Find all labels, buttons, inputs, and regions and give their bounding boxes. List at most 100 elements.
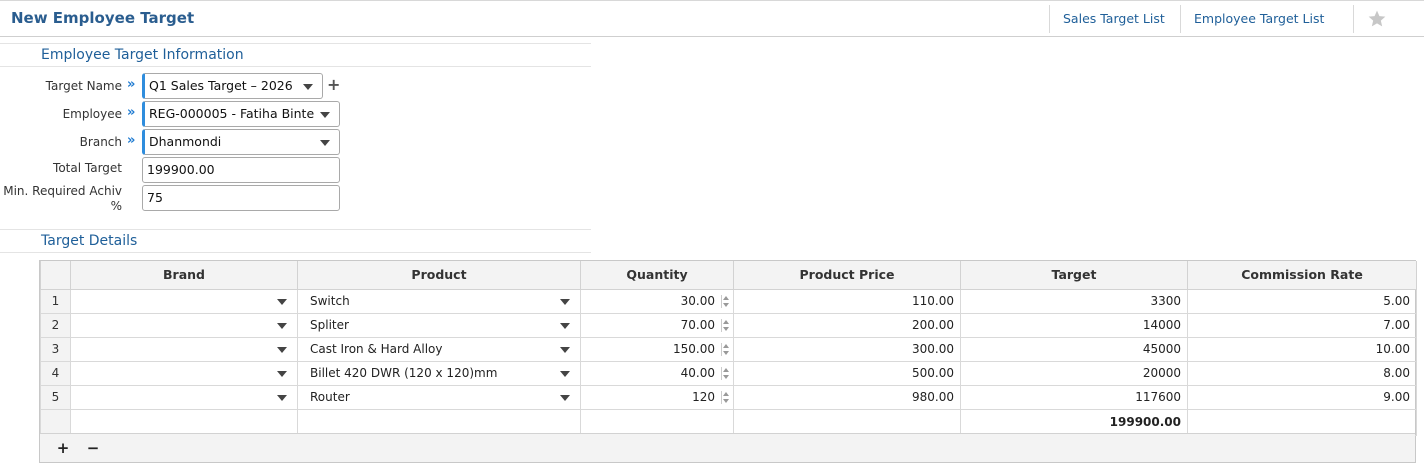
chevron-down-icon <box>320 140 330 146</box>
product-cell[interactable]: Switch <box>297 288 581 314</box>
quantity-value: 120 <box>692 390 715 404</box>
commission-cell[interactable]: 8.00 <box>1187 360 1417 386</box>
price-cell[interactable]: 200.00 <box>733 312 961 338</box>
commission-cell[interactable]: 10.00 <box>1187 336 1417 362</box>
quantity-value: 150.00 <box>673 342 715 356</box>
target-name-row: Target Name » Q1 Sales Target – 2026 + <box>0 73 600 99</box>
summary-brand-cell <box>70 408 298 436</box>
commission-cell[interactable]: 5.00 <box>1187 288 1417 314</box>
price-cell[interactable]: 500.00 <box>733 360 961 386</box>
summary-row-number <box>40 408 71 436</box>
quantity-cell[interactable]: 30.00 <box>580 288 734 314</box>
min-required-row: Min. Required Achiv % 75 <box>0 184 600 213</box>
price-cell[interactable]: 980.00 <box>733 384 961 410</box>
total-target-row: Total Target 199900.00 <box>0 157 600 183</box>
price-cell[interactable]: 300.00 <box>733 336 961 362</box>
row-number-header <box>40 261 71 290</box>
product-column-header[interactable]: Product <box>297 261 581 290</box>
chevron-down-icon <box>560 298 570 305</box>
table-row[interactable]: 1 Switch 30.00 110.00 3300 5.00 <box>40 288 1417 314</box>
spinner-icon[interactable] <box>721 342 729 356</box>
product-price-column-header[interactable]: Product Price <box>733 261 961 290</box>
spinner-icon[interactable] <box>721 366 729 380</box>
remove-row-button[interactable]: − <box>86 440 100 456</box>
branch-label: Branch <box>79 135 122 149</box>
summary-product-cell <box>297 408 581 436</box>
quantity-value: 40.00 <box>680 366 715 380</box>
brand-cell[interactable] <box>70 336 298 362</box>
branch-select[interactable]: Dhanmondi <box>142 129 340 155</box>
grid-footer: + − <box>40 433 1415 462</box>
target-cell[interactable]: 14000 <box>960 312 1188 338</box>
table-row[interactable]: 5 Router 120 980.00 117600 9.00 <box>40 384 1417 410</box>
chevron-down-icon <box>277 322 287 329</box>
product-cell[interactable]: Spliter <box>297 312 581 338</box>
target-column-header[interactable]: Target <box>960 261 1188 290</box>
favorite-button[interactable] <box>1353 5 1399 33</box>
quantity-value: 70.00 <box>680 318 715 332</box>
chevron-down-icon <box>277 346 287 353</box>
chevron-down-icon <box>303 84 313 90</box>
product-cell[interactable]: Billet 420 DWR (120 x 120)mm <box>297 360 581 386</box>
commission-cell[interactable]: 7.00 <box>1187 312 1417 338</box>
quantity-cell[interactable]: 40.00 <box>580 360 734 386</box>
total-target-label: Total Target <box>53 161 122 175</box>
min-required-value: 75 <box>147 190 163 205</box>
summary-quantity-cell <box>580 408 734 436</box>
total-target-input[interactable]: 199900.00 <box>142 157 340 183</box>
brand-column-header[interactable]: Brand <box>70 261 298 290</box>
row-number: 4 <box>40 360 71 386</box>
double-chevron-icon: » <box>127 133 136 148</box>
target-cell[interactable]: 20000 <box>960 360 1188 386</box>
quantity-cell[interactable]: 70.00 <box>580 312 734 338</box>
chevron-down-icon <box>320 112 330 118</box>
target-details-heading: Target Details <box>0 229 591 253</box>
commission-cell[interactable]: 9.00 <box>1187 384 1417 410</box>
min-required-label: Min. Required Achiv % <box>3 184 122 213</box>
commission-rate-column-header[interactable]: Commission Rate <box>1187 261 1417 290</box>
spinner-icon[interactable] <box>721 294 729 308</box>
quantity-column-header[interactable]: Quantity <box>580 261 734 290</box>
total-target-value: 199900.00 <box>147 162 215 177</box>
target-name-value: Q1 Sales Target – 2026 <box>149 78 293 93</box>
quantity-value: 30.00 <box>680 294 715 308</box>
brand-cell[interactable] <box>70 312 298 338</box>
product-value: Switch <box>310 294 350 308</box>
chevron-down-icon <box>277 394 287 401</box>
double-chevron-icon: » <box>127 105 136 120</box>
product-cell[interactable]: Router <box>297 384 581 410</box>
product-value: Billet 420 DWR (120 x 120)mm <box>310 366 498 380</box>
spinner-icon[interactable] <box>721 390 729 404</box>
employee-value: REG-000005 - Fatiha Binte Sha <box>149 106 317 121</box>
add-row-button[interactable]: + <box>56 440 70 456</box>
chevron-down-icon <box>560 346 570 353</box>
brand-cell[interactable] <box>70 288 298 314</box>
summary-price-cell <box>733 408 961 436</box>
plus-icon[interactable]: + <box>327 75 343 95</box>
target-cell[interactable]: 45000 <box>960 336 1188 362</box>
target-details-table: Brand Product Quantity Product Price Tar… <box>40 261 1417 436</box>
spinner-icon[interactable] <box>721 318 729 332</box>
min-required-input[interactable]: 75 <box>142 185 340 211</box>
target-cell[interactable]: 3300 <box>960 288 1188 314</box>
summary-commission-cell <box>1187 408 1417 436</box>
quantity-cell[interactable]: 120 <box>580 384 734 410</box>
employee-row: Employee » REG-000005 - Fatiha Binte Sha <box>0 101 600 127</box>
table-row[interactable]: 4 Billet 420 DWR (120 x 120)mm 40.00 500… <box>40 360 1417 386</box>
table-row[interactable]: 3 Cast Iron & Hard Alloy 150.00 300.00 4… <box>40 336 1417 362</box>
quantity-cell[interactable]: 150.00 <box>580 336 734 362</box>
target-name-select[interactable]: Q1 Sales Target – 2026 <box>142 73 323 99</box>
employee-target-info-heading: Employee Target Information <box>0 43 591 67</box>
sales-target-list-link[interactable]: Sales Target List <box>1049 5 1178 33</box>
brand-cell[interactable] <box>70 360 298 386</box>
min-required-label-line1: Min. Required Achiv <box>3 184 122 198</box>
employee-select[interactable]: REG-000005 - Fatiha Binte Sha <box>142 101 340 127</box>
brand-cell[interactable] <box>70 384 298 410</box>
product-cell[interactable]: Cast Iron & Hard Alloy <box>297 336 581 362</box>
row-number: 1 <box>40 288 71 314</box>
total-target-sum: 199900.00 <box>960 408 1188 436</box>
employee-target-list-link[interactable]: Employee Target List <box>1180 5 1337 33</box>
price-cell[interactable]: 110.00 <box>733 288 961 314</box>
table-row[interactable]: 2 Spliter 70.00 200.00 14000 7.00 <box>40 312 1417 338</box>
target-cell[interactable]: 117600 <box>960 384 1188 410</box>
